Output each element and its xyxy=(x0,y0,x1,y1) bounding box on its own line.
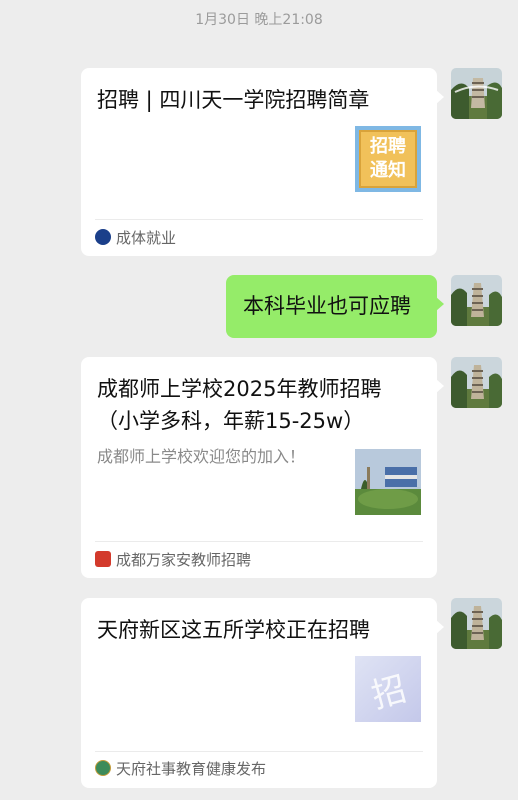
article-card-tianyi[interactable]: 招聘 | 四川天一学院招聘简章 招聘 通知 成体就业 xyxy=(81,68,444,256)
sender-avatar[interactable] xyxy=(451,598,502,649)
article-thumbnail xyxy=(355,449,421,515)
message-timestamp: 1月30日 晚上21:08 xyxy=(195,12,323,28)
source-name: 天府社事教育健康发布 xyxy=(116,759,267,778)
article-title-line1: 成都师上学校2025年教师招聘 xyxy=(97,377,382,401)
card-divider xyxy=(95,541,423,542)
article-card-shishang[interactable]: 成都师上学校2025年教师招聘 （小学多科，年薪15-25w） 成都师上学校欢迎… xyxy=(81,357,444,578)
card-divider xyxy=(95,219,423,220)
article-title: 招聘 | 四川天一学院招聘简章 xyxy=(97,88,370,112)
article-thumbnail: 招聘 通知 xyxy=(355,126,421,192)
source-logo-icon xyxy=(95,760,111,776)
article-thumbnail: 招 xyxy=(355,656,421,722)
article-card-tianfu[interactable]: 天府新区这五所学校正在招聘 招 天府社事教育健康发布 xyxy=(81,598,444,788)
sender-avatar[interactable] xyxy=(451,68,502,119)
article-source: 天府社事教育健康发布 xyxy=(95,758,266,778)
text-message-bubble[interactable]: 本科毕业也可应聘 xyxy=(226,275,444,338)
article-source: 成体就业 xyxy=(95,227,176,247)
sender-avatar[interactable] xyxy=(451,357,502,408)
thumb-text-line2: 通知 xyxy=(370,160,406,181)
card-divider xyxy=(95,751,423,752)
article-title: 天府新区这五所学校正在招聘 xyxy=(97,618,370,642)
source-logo-icon xyxy=(95,229,111,245)
article-title: 成都师上学校2025年教师招聘 （小学多科，年薪15-25w） xyxy=(97,373,421,437)
source-name: 成体就业 xyxy=(116,228,177,247)
sender-avatar[interactable] xyxy=(451,275,502,326)
source-name: 成都万家安教师招聘 xyxy=(116,550,252,569)
thumb-text: 招 xyxy=(367,668,411,717)
thumb-text-line1: 招聘 xyxy=(370,136,406,157)
message-text: 本科毕业也可应聘 xyxy=(243,294,411,318)
source-logo-icon xyxy=(95,551,111,567)
article-source: 成都万家安教师招聘 xyxy=(95,549,251,569)
article-description: 成都师上学校欢迎您的加入！ xyxy=(97,447,306,466)
article-title-line2: （小学多科，年薪15-25w） xyxy=(97,409,365,433)
